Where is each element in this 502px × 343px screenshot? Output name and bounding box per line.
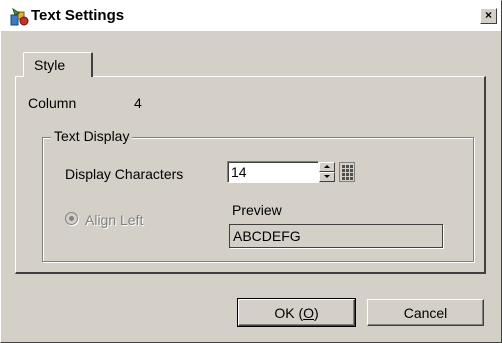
tab-style-label: Style xyxy=(34,57,66,73)
preview-text: ABCDEFG xyxy=(233,228,301,244)
text-display-group-title: Text Display xyxy=(51,128,133,144)
radio-selected-dot xyxy=(69,216,74,221)
ok-button[interactable]: OK (O) xyxy=(237,298,356,327)
chevron-up-icon xyxy=(324,165,330,168)
tab-style[interactable]: Style xyxy=(23,52,93,77)
align-left-radio[interactable] xyxy=(65,212,78,225)
display-characters-input[interactable] xyxy=(227,161,319,183)
display-characters-label: Display Characters xyxy=(65,166,184,182)
preview-label: Preview xyxy=(232,202,282,218)
ok-button-label: OK (O) xyxy=(274,304,319,321)
display-characters-spinner[interactable] xyxy=(319,162,335,182)
close-button[interactable]: × xyxy=(480,8,497,24)
keypad-icon xyxy=(342,165,345,168)
align-left-label: Align Left xyxy=(85,212,144,228)
text-settings-dialog: Text Settings × Style Column 4 Text Disp… xyxy=(0,0,502,343)
column-label: Column xyxy=(28,95,77,111)
column-value: 4 xyxy=(134,95,142,111)
cancel-button-label: Cancel xyxy=(403,304,448,321)
spin-up-button[interactable] xyxy=(319,162,335,172)
chevron-down-icon xyxy=(324,175,330,178)
title-bar[interactable]: Text Settings × xyxy=(1,1,501,31)
dialog-title: Text Settings xyxy=(31,7,125,24)
text-settings-icon xyxy=(10,7,29,26)
close-icon: × xyxy=(484,8,492,22)
spin-down-button[interactable] xyxy=(319,172,335,182)
cancel-button[interactable]: Cancel xyxy=(367,299,484,326)
keypad-button[interactable] xyxy=(339,162,355,182)
preview-box: ABCDEFG xyxy=(229,224,443,248)
